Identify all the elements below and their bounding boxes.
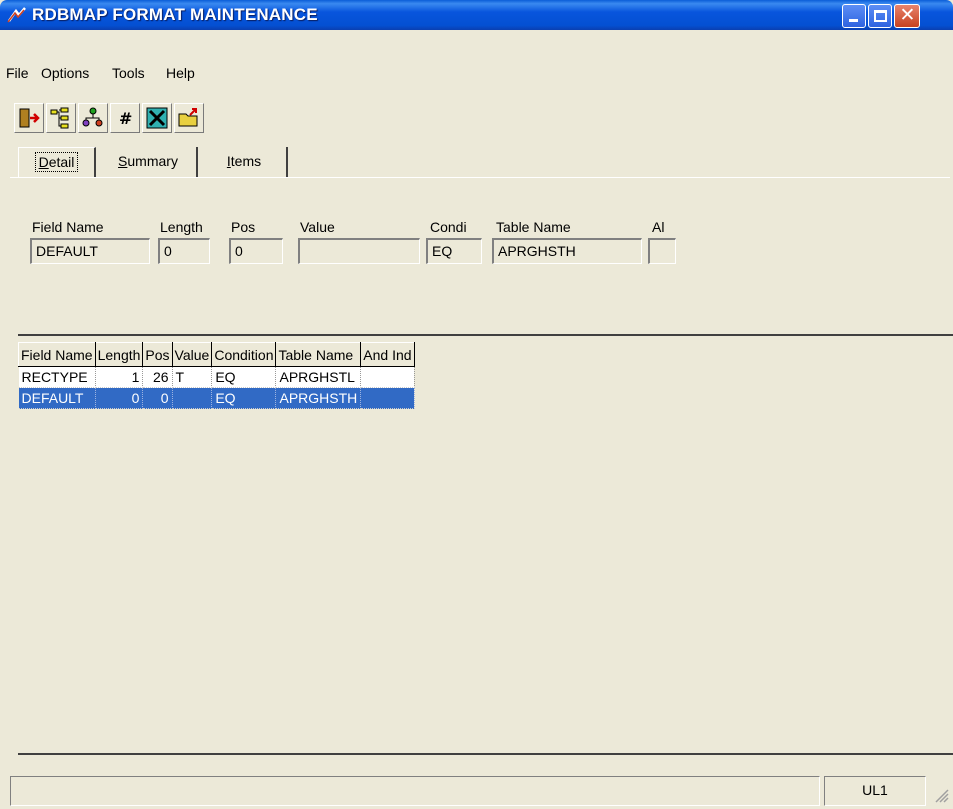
length-label: Length	[160, 219, 203, 235]
format-list[interactable]: Field Name Length Pos Value Condition Ta…	[18, 334, 953, 755]
col-pos[interactable]: Pos	[142, 342, 173, 367]
number-button[interactable]: #	[110, 103, 140, 133]
menu-file[interactable]: File	[6, 65, 29, 81]
and-ind-field[interactable]	[648, 238, 676, 264]
maximize-button[interactable]	[868, 4, 892, 28]
pos-label: Pos	[231, 219, 256, 235]
table-row[interactable]: RECTYPE 1 26 T EQ APRGHSTL	[18, 366, 415, 388]
cell-pos: 26	[142, 366, 173, 388]
cell-value: T	[172, 366, 213, 388]
tab-detail-label: Detail	[34, 152, 79, 172]
col-length[interactable]: Length	[94, 342, 144, 367]
status-bar: UL1	[0, 772, 953, 809]
exit-icon	[19, 108, 40, 128]
pos-field[interactable]: 0	[229, 238, 283, 264]
length-field[interactable]: 0	[158, 238, 210, 264]
hierarchy-button[interactable]	[78, 103, 108, 133]
status-pane-user: UL1	[824, 776, 926, 806]
tab-items-label: Items	[226, 153, 262, 169]
col-table-name[interactable]: Table Name	[275, 342, 362, 367]
cell-condition: EQ	[211, 387, 277, 409]
maximize-icon	[874, 10, 887, 22]
close-icon: ✕	[899, 5, 916, 26]
cell-pos: 0	[142, 387, 173, 409]
cell-field-name: RECTYPE	[18, 366, 96, 388]
tools-icon	[146, 107, 168, 129]
tree-icon	[50, 107, 69, 129]
folder-open-icon	[178, 108, 198, 127]
condition-field[interactable]: EQ	[426, 238, 482, 264]
tools-button[interactable]	[142, 103, 172, 133]
grid-header: Field Name Length Pos Value Condition Ta…	[18, 342, 415, 367]
app-icon	[7, 7, 26, 23]
format-grid: Field Name Length Pos Value Condition Ta…	[18, 342, 415, 409]
and-ind-label: Al	[652, 219, 665, 235]
tab-items[interactable]: Items	[202, 147, 288, 177]
svg-text:#: #	[119, 109, 132, 128]
number-icon: #	[119, 109, 132, 128]
minimize-button[interactable]	[842, 4, 866, 28]
condition-label: Condi	[430, 219, 467, 235]
value-field[interactable]	[298, 238, 420, 264]
cell-field-name: DEFAULT	[18, 387, 96, 409]
menu-options[interactable]: Options	[41, 65, 89, 81]
col-value[interactable]: Value	[171, 342, 213, 367]
cell-table-name: APRGHSTL	[275, 366, 362, 388]
hierarchy-icon	[82, 107, 103, 127]
minimize-icon	[849, 19, 858, 22]
cell-and-ind	[360, 387, 415, 409]
col-field-name[interactable]: Field Name	[18, 342, 96, 367]
col-condition[interactable]: Condition	[211, 342, 277, 367]
cell-and-ind	[360, 366, 415, 388]
field-name-label: Field Name	[32, 219, 104, 235]
value-label: Value	[300, 219, 335, 235]
status-pane-message	[10, 776, 820, 806]
tab-summary[interactable]: Summary	[100, 147, 198, 177]
cell-length: 0	[95, 387, 144, 409]
cell-table-name: APRGHSTH	[275, 387, 362, 409]
exit-button[interactable]	[14, 103, 44, 133]
tree-button[interactable]	[46, 103, 76, 133]
field-name-field[interactable]: DEFAULT	[30, 238, 150, 264]
tab-detail[interactable]: Detail	[18, 147, 96, 177]
window-title: RDBMAP FORMAT MAINTENANCE	[32, 5, 318, 24]
cell-condition: EQ	[211, 366, 277, 388]
tab-summary-label: Summary	[118, 153, 178, 169]
menu-bar: File Options Tools Help	[0, 62, 953, 84]
table-name-field[interactable]: APRGHSTH	[492, 238, 642, 264]
menu-help[interactable]: Help	[166, 65, 195, 81]
cell-length: 1	[95, 366, 144, 388]
cell-value	[172, 387, 213, 409]
folder-button[interactable]	[174, 103, 204, 133]
table-row-selected[interactable]: DEFAULT 0 0 EQ APRGHSTH	[18, 387, 415, 409]
title-bar[interactable]: RDBMAP FORMAT MAINTENANCE ✕	[0, 0, 953, 30]
resize-grip-icon[interactable]	[930, 784, 950, 804]
col-and-ind[interactable]: And Ind	[360, 342, 415, 367]
menu-tools[interactable]: Tools	[112, 65, 145, 81]
table-name-label: Table Name	[496, 219, 571, 235]
close-button[interactable]: ✕	[894, 4, 920, 28]
